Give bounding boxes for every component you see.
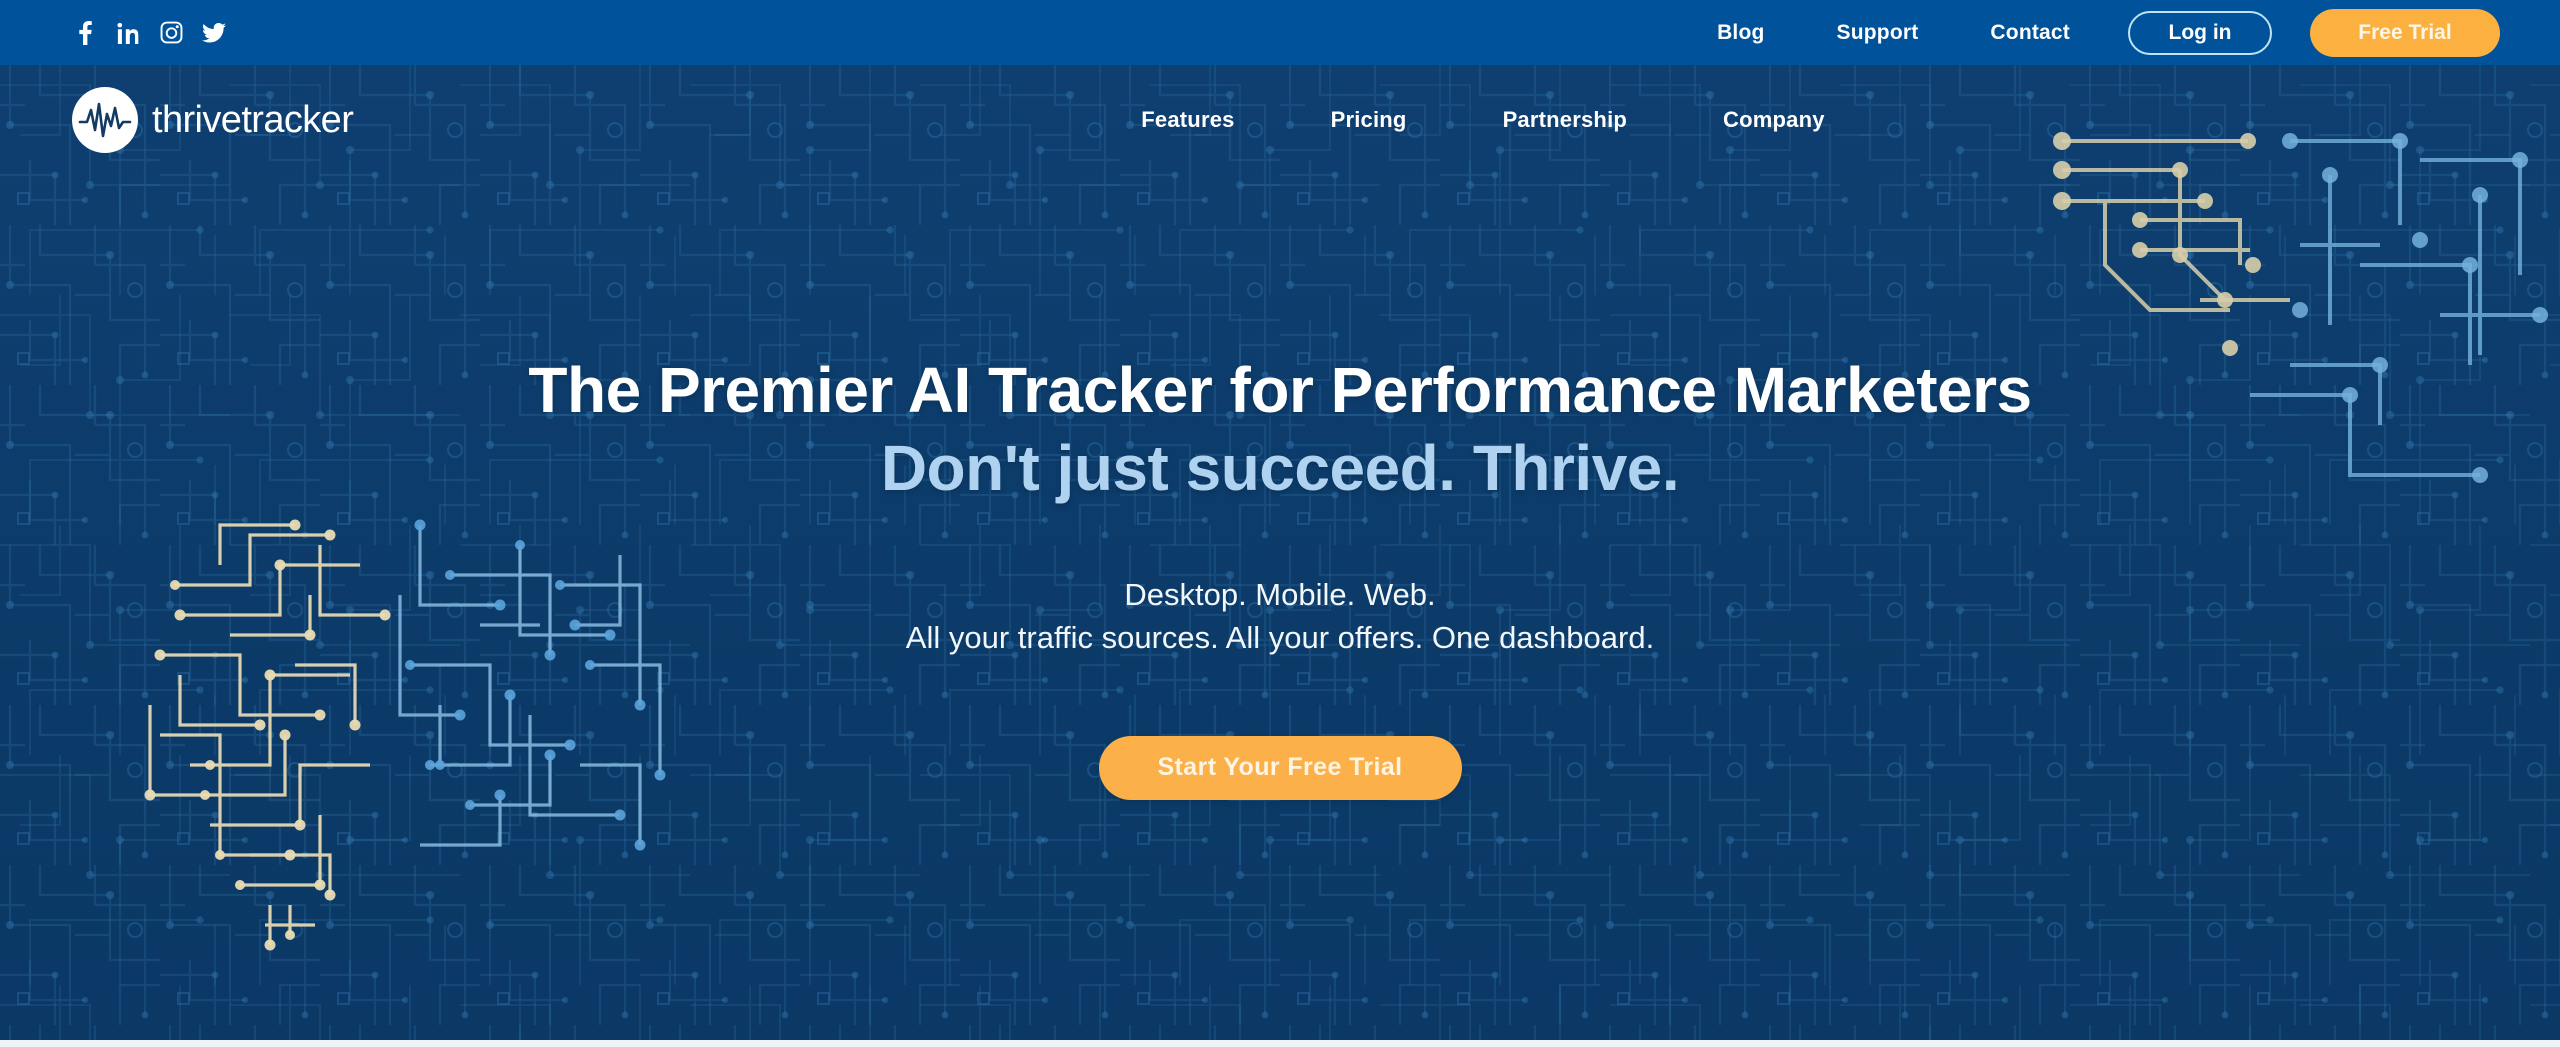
facebook-icon[interactable]: [72, 20, 98, 46]
top-nav-link-support[interactable]: Support: [1801, 21, 1955, 45]
hero-headline: The Premier AI Tracker for Performance M…: [528, 354, 2032, 426]
start-free-trial-button[interactable]: Start Your Free Trial: [1098, 735, 1462, 800]
hero-subheadline: Don't just succeed. Thrive.: [880, 431, 1680, 504]
top-utility-bar: Blog Support Contact Log in Free Trial: [0, 0, 2560, 65]
hero-lede-line-2: All your traffic sources. All your offer…: [905, 620, 1655, 656]
login-button[interactable]: Log in: [2128, 10, 2272, 55]
instagram-icon[interactable]: [158, 20, 184, 46]
social-links: [72, 20, 227, 46]
top-nav-link-contact[interactable]: Contact: [1954, 21, 2106, 45]
logo[interactable]: thrivetracker: [72, 87, 354, 153]
free-trial-button[interactable]: Free Trial: [2310, 8, 2500, 57]
nav-link-pricing[interactable]: Pricing: [1283, 107, 1455, 133]
hero-content: The Premier AI Tracker for Performance M…: [0, 65, 2560, 1040]
nav-link-features[interactable]: Features: [1093, 107, 1282, 133]
hero-lede-line-1: Desktop. Mobile. Web.: [1124, 577, 1436, 613]
top-nav-link-blog[interactable]: Blog: [1681, 21, 1800, 45]
page-bottom-edge: [0, 1040, 2560, 1047]
logo-wordmark: thrivetracker: [152, 99, 354, 141]
top-nav: Blog Support Contact Log in Free Trial: [1681, 8, 2500, 57]
masthead: thrivetracker Features Pricing Partnersh…: [0, 65, 2560, 175]
hero-lede: Desktop. Mobile. Web. All your traffic s…: [906, 574, 1654, 660]
twitter-icon[interactable]: [201, 20, 227, 46]
linkedin-icon[interactable]: [115, 20, 141, 46]
hero-section: thrivetracker Features Pricing Partnersh…: [0, 65, 2560, 1040]
nav-link-partnership[interactable]: Partnership: [1455, 107, 1675, 133]
nav-link-company[interactable]: Company: [1675, 107, 1873, 133]
pulse-waveform-icon: [72, 87, 138, 153]
main-nav: Features Pricing Partnership Company: [1093, 107, 1872, 133]
